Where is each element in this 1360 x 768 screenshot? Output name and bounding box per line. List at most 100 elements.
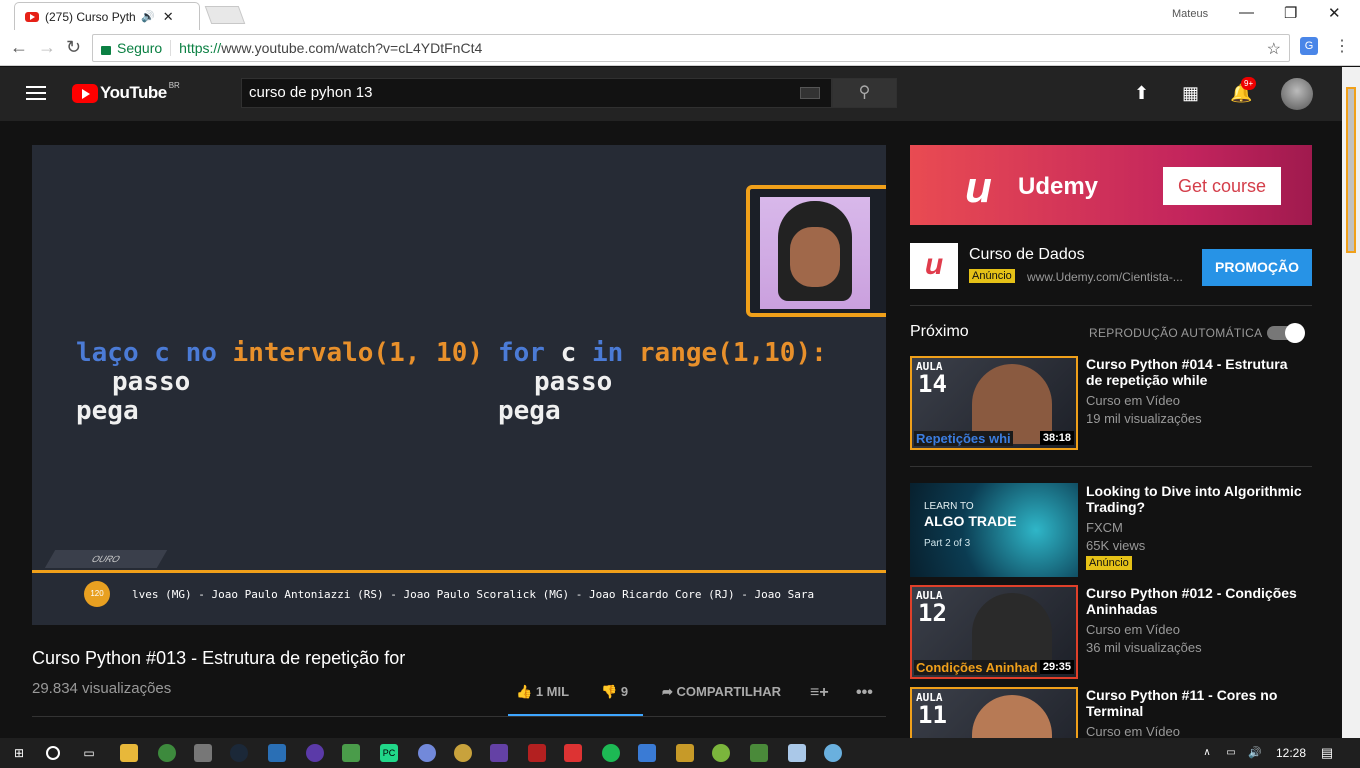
notification-badge: 9+ [1241,77,1257,90]
lock-icon [101,45,111,55]
task-view-icon[interactable]: ▭ [80,744,98,762]
promo-button[interactable]: PROMOÇÃO [1202,249,1312,286]
add-to-playlist-icon[interactable]: ≡+ [810,684,829,702]
app-icon[interactable] [268,744,286,762]
dislike-button[interactable]: 👎 9 [601,684,628,700]
right-code-block: for c in range(1,10): passo pega [498,339,827,426]
autoplay-toggle[interactable] [1267,323,1305,343]
keyboard-icon[interactable] [800,87,820,99]
volume-icon[interactable]: 🔊 [1246,744,1264,762]
windows-start-icon[interactable]: ⊞ [10,744,28,762]
speaker-icon[interactable]: 🔊 [141,10,155,23]
advertiser-logo[interactable]: u [910,243,958,289]
share-button[interactable]: ➦ COMPARTILHAR [662,684,781,700]
tier-label: OURO [44,550,168,568]
app-icon[interactable] [750,744,768,762]
profile-name[interactable]: Mateus [1172,8,1208,20]
video-thumbnail[interactable]: LEARN TO ALGO TRADE Part 2 of 3 [910,483,1078,577]
ad-badge: Anúncio [1086,556,1132,570]
left-code-line-3: pega [76,396,139,426]
ad-url[interactable]: www.Udemy.com/Cientista-... [1027,270,1183,284]
list-item[interactable]: LEARN TO ALGO TRADE Part 2 of 3 Looking … [910,483,1312,578]
like-button[interactable]: 👍 1 MIL [516,684,569,700]
app-icon[interactable] [712,744,730,762]
list-item[interactable]: AULA 12 Condições Aninhad 29:35 Curso Py… [910,585,1312,680]
bookmark-star-icon[interactable]: ☆ [1267,39,1281,59]
minimize-icon[interactable]: — [1239,4,1254,21]
reload-icon[interactable]: ↻ [66,37,81,58]
taskbar-clock[interactable]: 12:28 [1276,746,1306,760]
browser-tab[interactable]: (275) Curso Python #0 🔊 ✕ [14,2,200,30]
get-course-button[interactable]: Get course [1163,167,1281,205]
translate-extension-icon[interactable]: G [1300,37,1318,55]
tab-title: (275) Curso Python #0 [45,9,135,24]
youtube-favicon-icon [25,11,39,22]
avatar[interactable] [1281,78,1313,110]
address-toolbar: ← → ↻ Seguro https://www.youtube.com/wat… [0,30,1360,66]
list-item[interactable]: AULA 14 Repetições whi 38:18 Curso Pytho… [910,356,1312,451]
upload-icon[interactable]: ⬆ [1134,83,1149,104]
back-arrow-icon[interactable]: ← [10,37,28,58]
notifications-center-icon[interactable]: ▤ [1318,744,1336,762]
video-title[interactable]: Curso Python #012 - Condições Aninhadas [1086,585,1306,617]
file-explorer-icon[interactable] [120,744,138,762]
twitch-icon[interactable] [490,744,508,762]
supporters-ticker: lves (MG) - Joao Paulo Antoniazzi (RS) -… [132,588,815,601]
medal-icon: 120 [84,581,110,607]
search-button[interactable]: ⚲ [832,78,897,108]
app-icon[interactable] [342,744,360,762]
app-icon[interactable] [454,744,472,762]
steam-icon[interactable] [230,744,248,762]
hamburger-menu-icon[interactable] [26,86,46,104]
tray-chevron-icon[interactable]: ∧ [1198,744,1216,762]
channel-name: Curso em Vídeo [1086,622,1180,637]
ad-banner[interactable]: u Udemy Get course [910,145,1312,225]
page-scrollbar[interactable] [1342,67,1360,738]
left-code-line-1: laço c no intervalo(1, 10) [76,338,483,368]
video-title[interactable]: Curso Python #11 - Cores no Terminal [1086,687,1306,719]
app-icon[interactable] [564,744,582,762]
restore-icon[interactable]: ❐ [1284,4,1297,22]
channel-name: FXCM [1086,520,1123,535]
chrome-icon[interactable] [158,744,176,762]
app-icon[interactable] [194,744,212,762]
filezilla-icon[interactable] [528,744,546,762]
app-icon[interactable] [638,744,656,762]
pycharm-icon[interactable]: PC [380,744,398,762]
youtube-logo[interactable]: YouTube BR [72,81,180,103]
url-input[interactable]: Seguro https://www.youtube.com/watch?v=c… [92,34,1290,62]
video-thumbnail[interactable]: AULA 12 Condições Aninhad 29:35 [910,585,1078,679]
app-icon[interactable] [676,744,694,762]
close-window-icon[interactable]: ✕ [1328,4,1341,22]
app-icon[interactable] [824,744,842,762]
ad-badge: Anúncio [969,269,1015,283]
network-icon[interactable]: ▭ [1222,744,1240,762]
cortana-icon[interactable] [46,746,60,760]
video-thumbnail[interactable]: AULA 11 [910,687,1078,738]
video-title[interactable]: Looking to Dive into Algorithmic Trading… [1086,483,1306,515]
forward-arrow-icon[interactable]: → [38,37,56,58]
udemy-logo-icon: u [965,163,992,212]
right-code-line-1: for c in range(1,10): [498,338,827,368]
apps-grid-icon[interactable]: ▦ [1182,83,1199,104]
browser-menu-icon[interactable]: ⋮ [1334,36,1350,56]
spotify-icon[interactable] [602,744,620,762]
ad-title[interactable]: Curso de Dados [969,246,1085,264]
list-item[interactable]: AULA 11 Curso Python #11 - Cores no Term… [910,687,1312,738]
search-input[interactable]: curso de pyhon 13 [241,78,832,108]
tab-close-icon[interactable]: ✕ [163,9,174,25]
windows-taskbar: ⊞ ▭ PC ∧ ▭ 🔊 12:28 ▤ [0,738,1360,768]
discord-icon[interactable] [418,744,436,762]
more-actions-icon[interactable]: ••• [856,684,873,702]
secure-label: Seguro [117,40,172,56]
video-title[interactable]: Curso Python #014 - Estrutura de repetiç… [1086,356,1306,388]
youtube-header: YouTube BR curso de pyhon 13 ⚲ ⬆ ▦ 🔔 9+ [0,67,1342,121]
app-icon[interactable] [788,744,806,762]
video-player[interactable]: laço c no intervalo(1, 10) passo pega fo… [32,145,886,625]
new-tab-button[interactable] [204,6,246,24]
divider [910,305,1312,306]
webcam-overlay [746,185,886,317]
scrollbar-thumb[interactable] [1346,87,1356,253]
app-icon[interactable] [306,744,324,762]
video-thumbnail[interactable]: AULA 14 Repetições whi 38:18 [910,356,1078,450]
